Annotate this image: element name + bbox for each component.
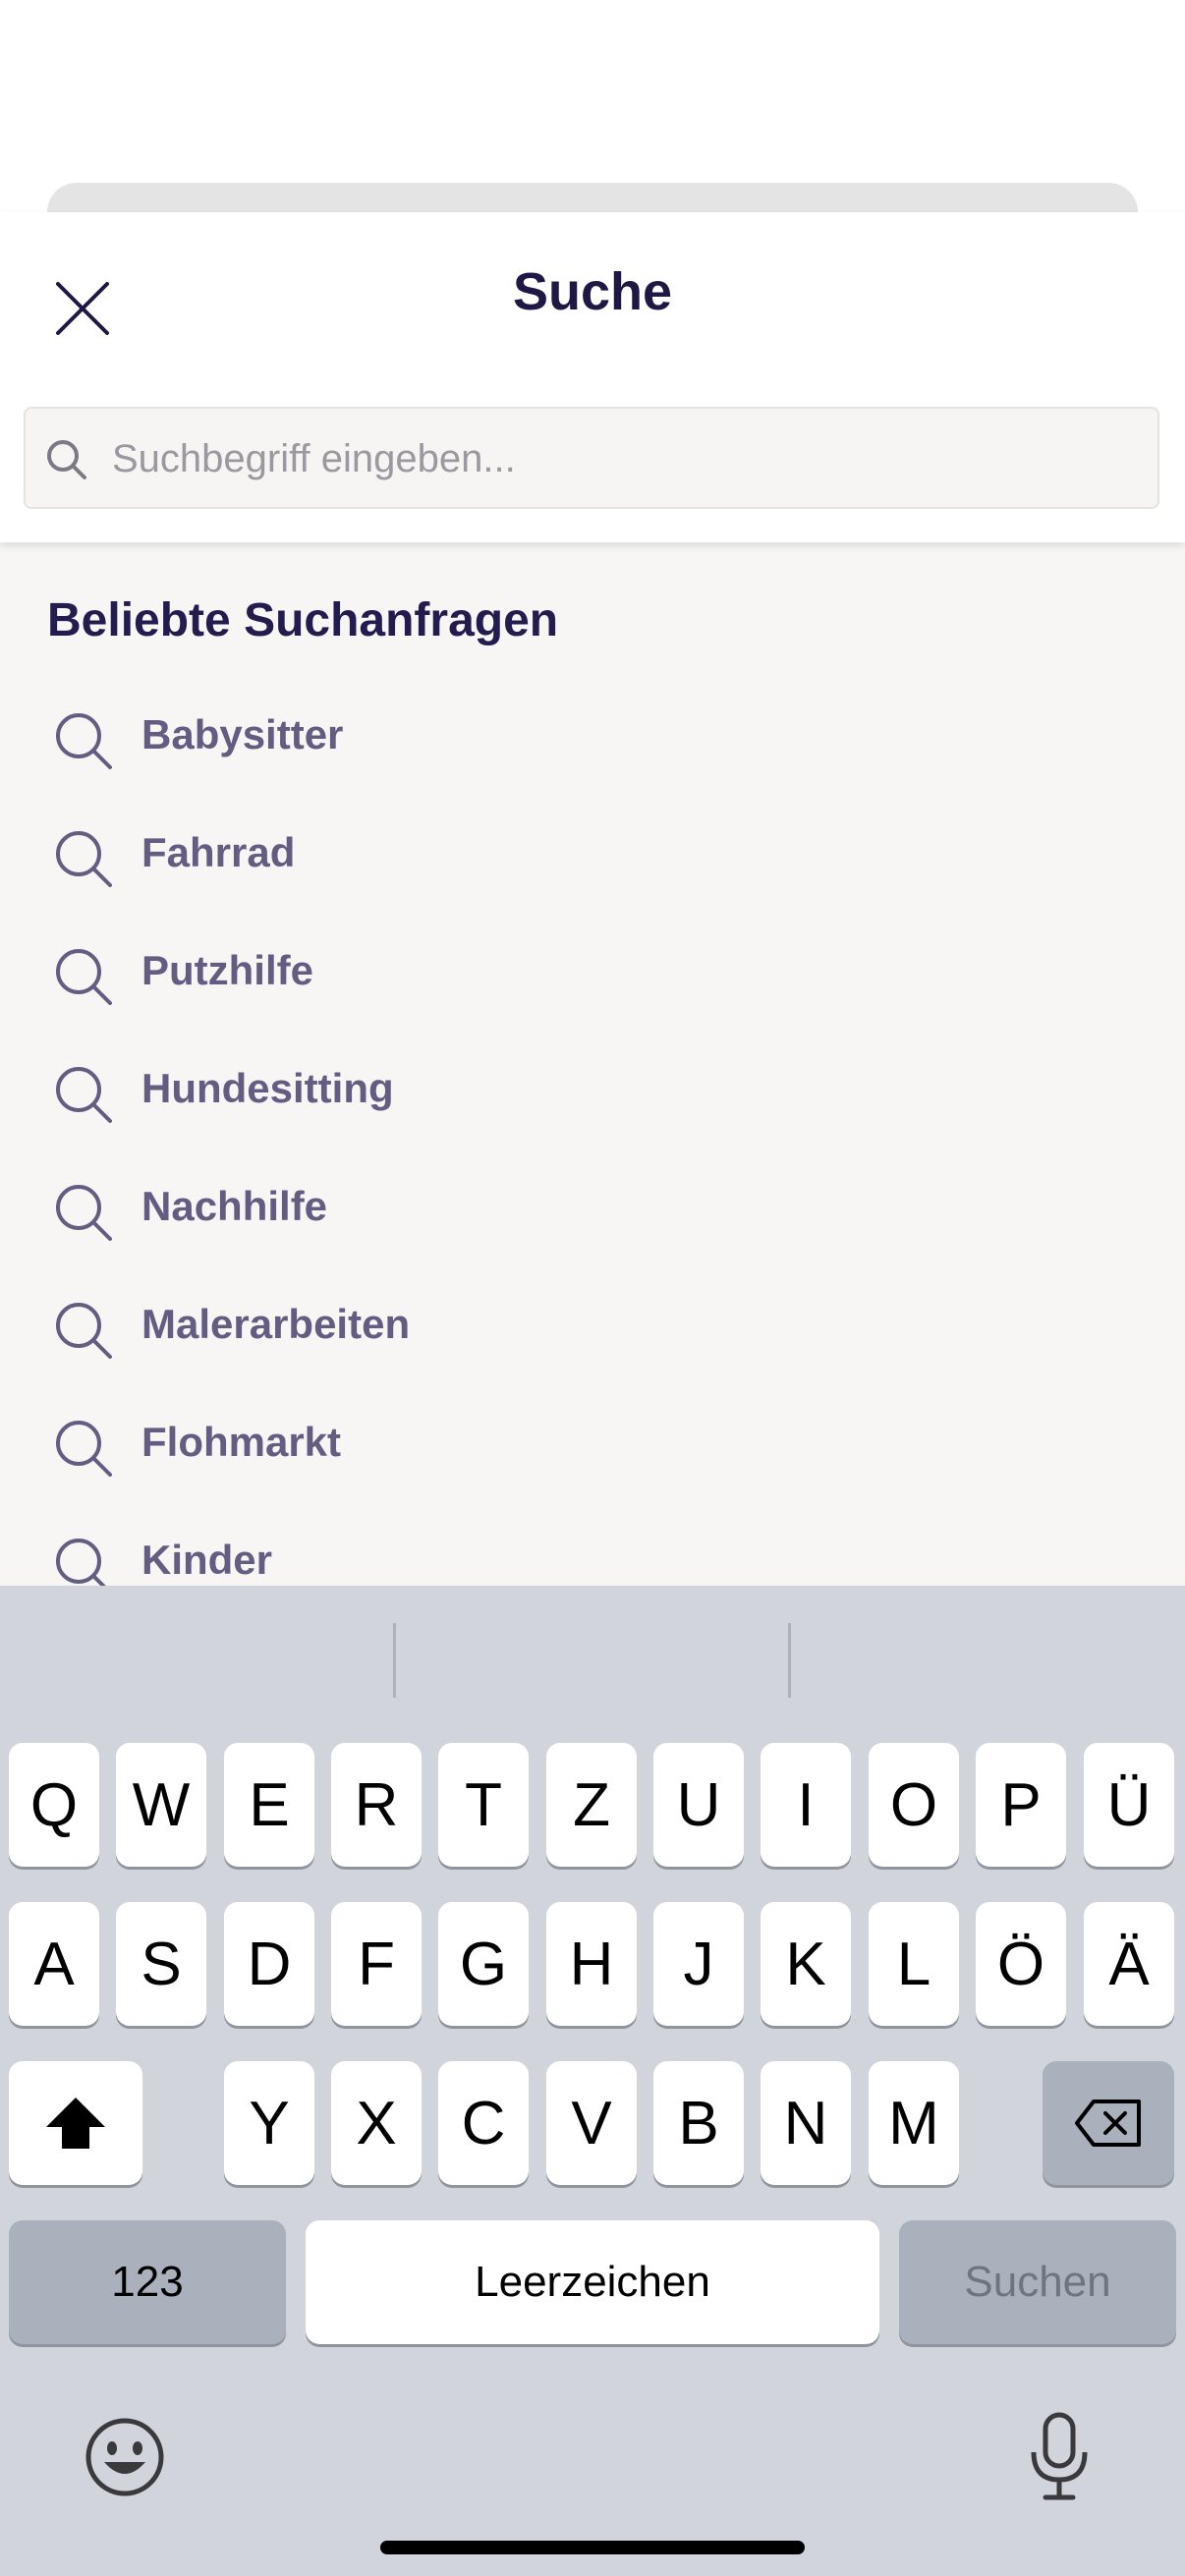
numbers-key[interactable]: 123 xyxy=(9,2220,286,2344)
key[interactable]: Ü xyxy=(1084,1743,1174,1867)
section-title: Beliebte Suchanfragen xyxy=(47,594,559,646)
list-item-label: Babysitter xyxy=(141,711,344,757)
list-item[interactable]: Flohmarkt xyxy=(0,1387,1185,1505)
suggestion-divider xyxy=(788,1623,791,1698)
home-indicator xyxy=(380,2541,805,2554)
search-input[interactable] xyxy=(110,409,1146,509)
key[interactable]: M xyxy=(869,2061,959,2185)
list-item-label: Fahrrad xyxy=(141,829,296,875)
key[interactable]: D xyxy=(224,1902,314,2026)
list-item-label: Malerarbeiten xyxy=(141,1301,411,1347)
on-screen-keyboard: Q W E R T Z U I O P Ü A S D F G H J K L … xyxy=(0,1586,1185,2576)
key[interactable]: P xyxy=(976,1743,1066,1867)
key[interactable]: O xyxy=(869,1743,959,1867)
list-item[interactable]: Putzhilfe xyxy=(0,916,1185,1034)
search-icon xyxy=(56,1185,112,1241)
page-title: Suche xyxy=(512,262,673,321)
search-icon xyxy=(56,1067,112,1123)
list-item[interactable]: Fahrrad xyxy=(0,798,1185,916)
key[interactable]: T xyxy=(438,1743,529,1867)
key[interactable]: Z xyxy=(546,1743,637,1867)
list-item[interactable]: Kinder xyxy=(0,1505,1185,1586)
list-item-label: Hundesitting xyxy=(141,1065,394,1111)
backspace-icon xyxy=(1075,2100,1141,2147)
key[interactable]: Ö xyxy=(976,1902,1066,2026)
search-icon xyxy=(47,440,86,479)
list-item-label: Kinder xyxy=(141,1537,273,1583)
search-icon xyxy=(56,949,112,1005)
key[interactable]: C xyxy=(438,2061,529,2185)
popular-searches-panel: Beliebte Suchanfragen Babysitter Fahrrad… xyxy=(0,542,1185,1586)
search-icon xyxy=(56,831,112,887)
key[interactable]: X xyxy=(331,2061,422,2185)
key[interactable]: U xyxy=(653,1743,744,1867)
key[interactable]: L xyxy=(869,1902,959,2026)
popular-searches-list: Babysitter Fahrrad Putzhilfe Hundesittin… xyxy=(0,680,1185,1586)
key[interactable]: Q xyxy=(9,1743,99,1867)
shift-key[interactable] xyxy=(9,2061,142,2185)
search-header: Suche xyxy=(0,212,1185,542)
key[interactable]: V xyxy=(546,2061,637,2185)
search-return-key[interactable]: Suchen xyxy=(899,2220,1176,2344)
emoji-icon[interactable] xyxy=(85,2417,165,2497)
suggestion-divider xyxy=(393,1623,396,1698)
key[interactable]: S xyxy=(116,1902,206,2026)
list-item-label: Nachhilfe xyxy=(141,1183,328,1229)
list-item-label: Flohmarkt xyxy=(141,1419,342,1465)
key[interactable]: K xyxy=(761,1902,851,2026)
key[interactable]: Ä xyxy=(1084,1902,1174,2026)
key[interactable]: R xyxy=(331,1743,422,1867)
backspace-key[interactable] xyxy=(1043,2061,1174,2185)
list-item-label: Putzhilfe xyxy=(141,947,313,993)
key[interactable]: W xyxy=(116,1743,206,1867)
key[interactable]: H xyxy=(546,1902,637,2026)
shift-icon xyxy=(46,2098,105,2149)
key[interactable]: Y xyxy=(224,2061,314,2185)
search-icon xyxy=(56,713,112,769)
key[interactable]: A xyxy=(9,1902,99,2026)
key[interactable]: G xyxy=(438,1902,529,2026)
key[interactable]: F xyxy=(331,1902,422,2026)
search-icon xyxy=(56,1421,112,1477)
key[interactable]: I xyxy=(761,1743,851,1867)
list-item[interactable]: Hundesitting xyxy=(0,1034,1185,1151)
list-item[interactable]: Malerarbeiten xyxy=(0,1269,1185,1387)
list-item[interactable]: Nachhilfe xyxy=(0,1151,1185,1269)
space-key[interactable]: Leerzeichen xyxy=(306,2220,879,2344)
key[interactable]: N xyxy=(761,2061,851,2185)
search-field[interactable] xyxy=(24,407,1159,509)
list-item[interactable]: Babysitter xyxy=(0,680,1185,798)
sheet-top-edge xyxy=(47,183,1138,212)
key[interactable]: J xyxy=(653,1902,744,2026)
microphone-icon[interactable] xyxy=(1026,2411,1093,2501)
search-icon xyxy=(56,1539,106,1586)
search-icon xyxy=(56,1303,112,1359)
key[interactable]: E xyxy=(224,1743,314,1867)
key[interactable]: B xyxy=(653,2061,744,2185)
